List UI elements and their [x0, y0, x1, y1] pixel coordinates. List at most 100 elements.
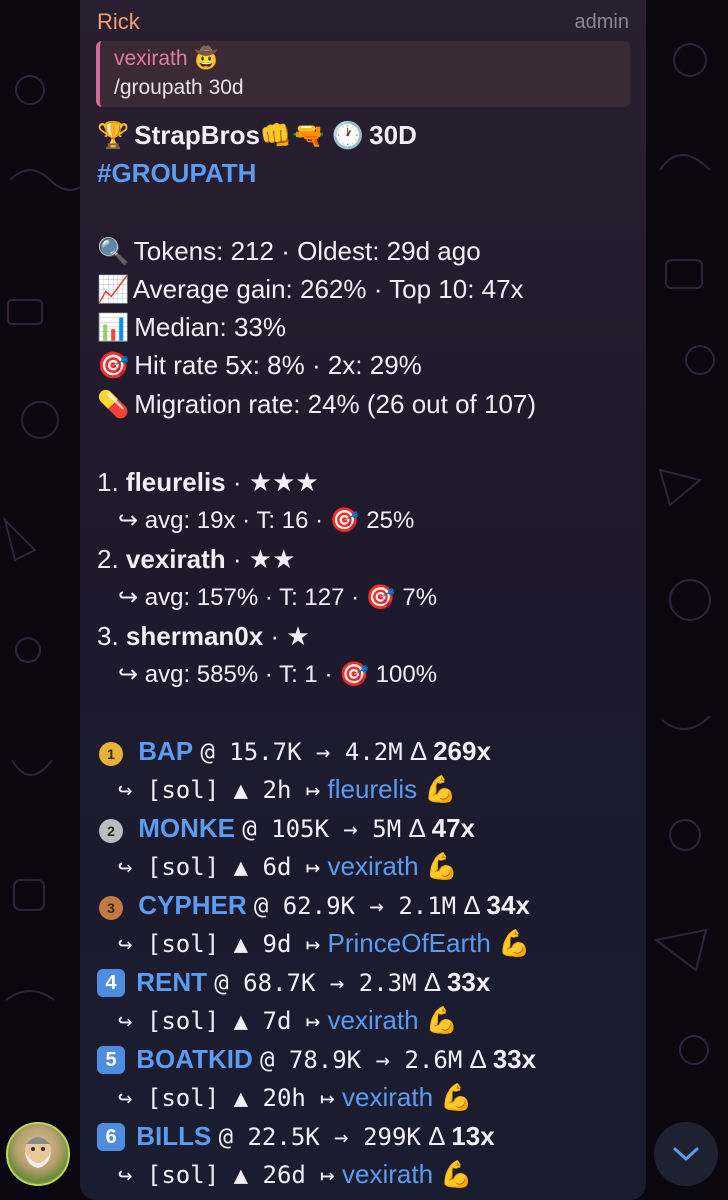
chart-up-icon: 📈	[97, 275, 130, 305]
target-icon: 🎯	[97, 351, 130, 381]
pill-icon: 💊	[97, 390, 130, 420]
clock-icon: 🕐	[331, 121, 365, 151]
caller-detail: ↪ avg: 585% · T: 1 · 🎯 100%	[118, 661, 438, 688]
trophy-icon: 🏆	[97, 121, 130, 151]
group-title: StrapBros👊🔫	[134, 120, 325, 150]
stat-average-gain: 📈 Average gain: 262% · Top 10: 47x	[97, 274, 524, 305]
token-symbol-link[interactable]: BOATKID	[136, 1044, 253, 1074]
token-entry: @ 78.9K → 2.6M	[259, 1046, 463, 1074]
caller-link[interactable]: PrinceOfEarth	[328, 928, 491, 958]
magnifier-icon: 🔍	[97, 237, 130, 267]
gold-medal-icon: 1	[99, 742, 123, 766]
message-bubble[interactable]: Rick admin vexirath 🤠 /groupath 30d 🏆 St…	[80, 0, 646, 1200]
caller-link[interactable]: vexirath	[328, 851, 419, 881]
stat-migration-rate: 💊 Migration rate: 24% (26 out of 107)	[97, 389, 536, 420]
token-entry: @ 105K → 5M	[242, 815, 402, 843]
reply-author: vexirath 🤠	[114, 47, 220, 70]
caller-detail: ↪ avg: 19x · T: 16 · 🎯 25%	[118, 507, 415, 534]
reply-text: /groupath 30d	[114, 76, 244, 99]
hashtag-link[interactable]: #GROUPATH	[97, 158, 256, 189]
token-sub-row: ↪ [sol] ▲ 20h ↦ vexirath 💪	[118, 1082, 473, 1113]
flexed-biceps-icon: 💪	[440, 1159, 473, 1189]
token-row: 3 CYPHER @ 62.9K → 2.1M Δ 34x	[97, 890, 530, 921]
token-chain-age: ↪ [sol] ▲ 6d ↦	[118, 853, 321, 881]
token-symbol-link[interactable]: CYPHER	[138, 890, 246, 920]
silver-medal-icon: 2	[99, 819, 123, 843]
caller-name: fleurelis	[125, 467, 226, 497]
sender-name[interactable]: Rick	[97, 9, 140, 35]
token-sub-row: ↪ [sol] ▲ 9d ↦ PrinceOfEarth 💪	[118, 928, 530, 959]
token-multiplier: 34x	[486, 890, 530, 920]
flexed-biceps-icon: 💪	[498, 928, 531, 958]
token-row: 5 BOATKID @ 78.9K → 2.6M Δ 33x	[97, 1044, 536, 1075]
flexed-biceps-icon: 💪	[424, 774, 457, 804]
bearded-man-avatar-icon	[25, 1137, 51, 1168]
stat-tokens: 🔍 Tokens: 212 · Oldest: 29d ago	[97, 236, 481, 267]
caller-link[interactable]: fleurelis	[328, 774, 418, 804]
stat-text: Average gain: 262% · Top 10: 47x	[132, 274, 524, 304]
token-chain-age: ↪ [sol] ▲ 9d ↦	[118, 930, 321, 958]
caller-rank: 3.	[97, 621, 119, 651]
bronze-medal-icon: 3	[99, 896, 123, 920]
token-row: 6 BILLS @ 22.5K → 299K Δ 13x	[97, 1121, 495, 1152]
token-multiplier: 47x	[431, 813, 475, 843]
admin-badge: admin	[574, 11, 629, 33]
token-multiplier: 13x	[451, 1121, 495, 1151]
token-sub-row: ↪ [sol] ▲ 6d ↦ vexirath 💪	[118, 851, 458, 882]
token-entry: @ 22.5K → 299K	[218, 1123, 421, 1151]
token-chain-age: ↪ [sol] ▲ 2h ↦	[118, 776, 321, 804]
scroll-down-button[interactable]	[654, 1122, 718, 1186]
keycap-four-icon: 4	[97, 969, 125, 997]
period-label: 30D	[369, 120, 417, 150]
caller-stars: · ★★★	[232, 467, 319, 497]
keycap-five-icon: 5	[97, 1046, 125, 1074]
caller-row: 1. fleurelis · ★★★	[97, 467, 319, 498]
caller-detail: ↪ avg: 157% · T: 127 · 🎯 7%	[118, 584, 438, 611]
token-sub-row: ↪ [sol] ▲ 26d ↦ vexirath 💪	[118, 1159, 473, 1190]
bar-chart-icon: 📊	[97, 313, 130, 343]
token-entry: @ 68.7K → 2.3M	[214, 969, 417, 997]
token-symbol-link[interactable]: MONKE	[138, 813, 235, 843]
chevron-down-icon	[673, 1147, 699, 1161]
token-entry: @ 62.9K → 2.1M	[253, 892, 457, 920]
delta-symbol: Δ	[469, 1044, 486, 1074]
delta-symbol: Δ	[463, 890, 480, 920]
token-row: 2 MONKE @ 105K → 5M Δ 47x	[97, 813, 475, 844]
stat-hit-rate: 🎯 Hit rate 5x: 8% · 2x: 29%	[97, 350, 422, 381]
token-chain-age: ↪ [sol] ▲ 7d ↦	[118, 1007, 321, 1035]
token-symbol-link[interactable]: RENT	[136, 967, 207, 997]
token-row: 1 BAP @ 15.7K → 4.2M Δ 269x	[97, 736, 491, 767]
token-sub-row: ↪ [sol] ▲ 7d ↦ vexirath 💪	[118, 1005, 458, 1036]
caller-rank: 2.	[97, 544, 119, 574]
caller-link[interactable]: vexirath	[342, 1082, 433, 1112]
stat-text: Hit rate 5x: 8% · 2x: 29%	[134, 350, 422, 380]
token-multiplier: 33x	[446, 967, 491, 997]
delta-symbol: Δ	[428, 1121, 445, 1151]
stat-text: Tokens: 212 · Oldest: 29d ago	[133, 236, 481, 266]
token-symbol-link[interactable]: BILLS	[136, 1121, 211, 1151]
delta-symbol: Δ	[408, 813, 425, 843]
caller-stars: · ★	[270, 621, 310, 651]
caller-name: sherman0x	[125, 621, 264, 651]
flexed-biceps-icon: 💪	[440, 1082, 473, 1112]
token-multiplier: 269x	[433, 736, 491, 766]
caller-stars: · ★★	[232, 544, 296, 574]
token-sub-row: ↪ [sol] ▲ 2h ↦ fleurelis 💪	[118, 774, 457, 805]
keycap-six-icon: 6	[97, 1123, 125, 1151]
reply-quote[interactable]: vexirath 🤠 /groupath 30d	[96, 41, 630, 107]
delta-symbol: Δ	[409, 736, 426, 766]
stat-median: 📊 Median: 33%	[97, 312, 286, 343]
token-chain-age: ↪ [sol] ▲ 26d ↦	[118, 1161, 335, 1189]
caller-link[interactable]: vexirath	[328, 1005, 419, 1035]
caller-row: 2. vexirath · ★★	[97, 544, 295, 575]
stat-text: Median: 33%	[134, 312, 286, 342]
stat-text: Migration rate: 24% (26 out of 107)	[134, 389, 537, 419]
caller-row: 3. sherman0x · ★	[97, 621, 310, 652]
caller-link[interactable]: vexirath	[342, 1159, 433, 1189]
caller-name: vexirath	[125, 544, 226, 574]
token-chain-age: ↪ [sol] ▲ 20h ↦	[118, 1084, 335, 1112]
token-symbol-link[interactable]: BAP	[138, 736, 193, 766]
sender-avatar[interactable]	[6, 1122, 70, 1186]
flexed-biceps-icon: 💪	[425, 851, 459, 881]
token-entry: @ 15.7K → 4.2M	[200, 738, 403, 766]
